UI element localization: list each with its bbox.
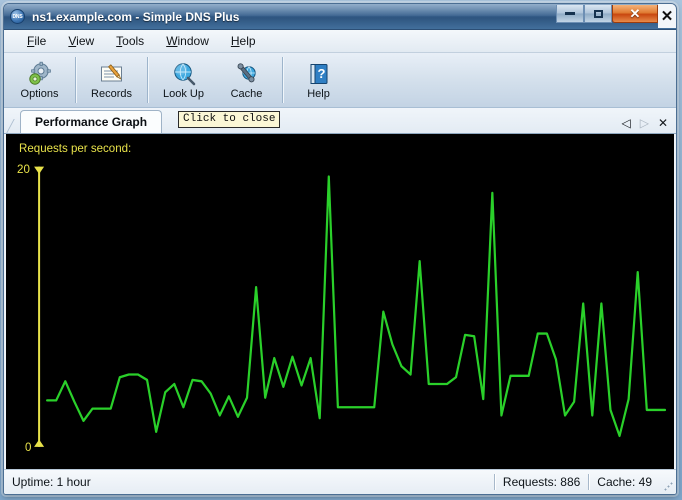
maximize-icon <box>593 9 603 18</box>
menu-item-window[interactable]: Window <box>155 32 220 50</box>
resize-grip-icon[interactable] <box>660 470 676 494</box>
toolbar-button-cache[interactable]: Cache <box>215 53 278 107</box>
y-axis-min-label: 0 <box>25 440 32 454</box>
status-bar: Uptime: 1 hour Requests: 886 Cache: 49 <box>4 469 676 494</box>
toolbar-label-lookup: Look Up <box>163 87 204 100</box>
close-icon: ✕ <box>629 6 641 21</box>
graph-title: Requests per second: <box>19 141 131 155</box>
menu-item-file[interactable]: File <box>16 32 57 50</box>
tooltip-click-to-close: Click to close <box>178 110 281 129</box>
gears-icon <box>27 61 53 88</box>
minimize-button[interactable] <box>556 5 584 23</box>
toolbar-button-help[interactable]: ? Help <box>287 53 350 107</box>
status-cache: Cache: 49 <box>597 475 652 489</box>
toolbar-separator <box>147 57 148 103</box>
toolbar-label-help: Help <box>307 87 330 100</box>
tab-prev-button[interactable]: ◁ <box>621 117 630 129</box>
window-title: ns1.example.com - Simple DNS Plus <box>32 9 240 24</box>
tab-performance-graph[interactable]: Performance Graph <box>20 110 163 133</box>
question-book-icon: ? <box>306 61 332 88</box>
toolbar-button-records[interactable]: Records <box>80 53 143 107</box>
menu-item-view[interactable]: View <box>57 32 105 50</box>
performance-graph-panel: Requests per second: 20 0 <box>6 134 674 469</box>
close-button[interactable]: ✕ <box>612 5 658 23</box>
tab-next-button[interactable]: ▷ <box>640 117 649 129</box>
title-bar[interactable]: DNS ns1.example.com - Simple DNS Plus ✕ … <box>4 4 676 30</box>
graph-background <box>7 135 673 468</box>
screen: DNS ns1.example.com - Simple DNS Plus ✕ … <box>0 0 682 500</box>
toolbar-label-options: Options <box>20 87 59 100</box>
tab-strip: Performance Graph Click to close ◁ ▷ ✕ <box>4 108 676 134</box>
toolbar-label-cache: Cache <box>230 87 263 100</box>
menu-bar: File View Tools Window Help <box>4 30 676 53</box>
status-uptime: Uptime: 1 hour <box>12 475 91 489</box>
toolbar-separator <box>282 57 283 103</box>
toolbar-button-lookup[interactable]: Look Up <box>152 53 215 107</box>
tab-navigation: ◁ ▷ ✕ <box>621 117 668 129</box>
menu-item-help[interactable]: Help <box>220 32 267 50</box>
toolbar: Options Records Look Up Cache ? Help <box>4 53 676 108</box>
wrench-globe-icon <box>234 61 260 88</box>
toolbar-label-records: Records <box>91 87 132 100</box>
application-window: DNS ns1.example.com - Simple DNS Plus ✕ … <box>3 3 677 495</box>
window-controls: ✕ ✕ <box>556 4 676 28</box>
note-pencil-icon <box>99 61 125 88</box>
outer-close-button[interactable]: ✕ <box>658 4 676 28</box>
toolbar-button-options[interactable]: Options <box>8 53 71 107</box>
minimize-icon <box>565 12 575 15</box>
y-axis-max-label: 20 <box>17 162 30 176</box>
performance-graph-canvas: Requests per second: 20 0 <box>7 135 673 468</box>
menu-item-tools[interactable]: Tools <box>105 32 155 50</box>
globe-magnifier-icon <box>171 61 197 88</box>
maximize-button[interactable] <box>584 5 612 23</box>
dns-circle-icon: DNS <box>10 9 25 24</box>
status-requests: Requests: 886 <box>502 475 581 489</box>
tab-close-button[interactable]: ✕ <box>658 117 668 129</box>
tab-label: Performance Graph <box>35 115 148 129</box>
svg-text:?: ? <box>317 66 325 81</box>
toolbar-separator <box>75 57 76 103</box>
